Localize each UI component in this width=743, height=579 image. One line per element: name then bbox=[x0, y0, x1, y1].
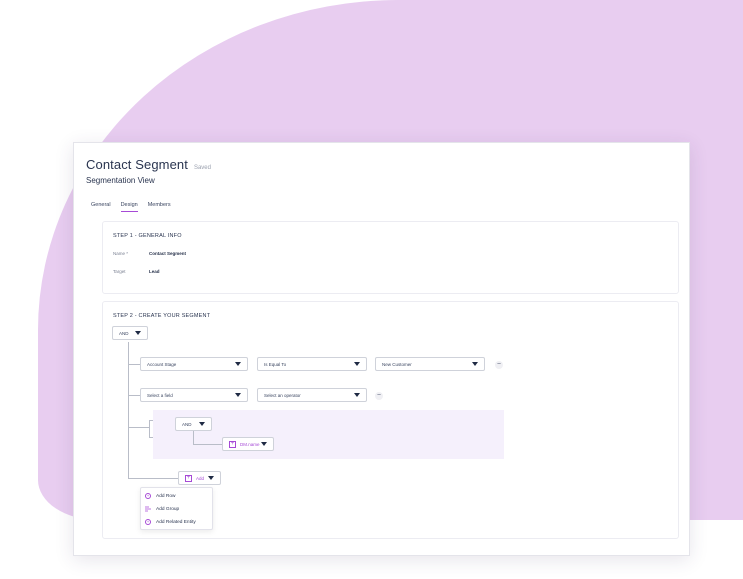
menu-item-label: Add Row bbox=[156, 493, 176, 499]
related-entity-select[interactable]: + DM.name bbox=[222, 437, 274, 451]
root-operator-label: AND bbox=[119, 330, 129, 336]
chevron-down-icon bbox=[472, 362, 478, 366]
target-label: Target bbox=[113, 269, 126, 274]
page-title: Contact Segment bbox=[86, 157, 188, 172]
field-select-label: Account Stage bbox=[147, 361, 177, 367]
chevron-down-icon bbox=[208, 476, 214, 480]
field-select-placeholder: Select a field bbox=[147, 392, 173, 398]
group-lines-icon bbox=[145, 506, 151, 512]
field-select[interactable]: Account Stage bbox=[140, 357, 248, 371]
chevron-down-icon bbox=[261, 442, 267, 446]
add-button-label: Add bbox=[196, 475, 205, 481]
step2-title: STEP 2 - CREATE YOUR SEGMENT bbox=[113, 313, 211, 319]
chevron-down-icon bbox=[354, 362, 360, 366]
group-operator-select[interactable]: AND bbox=[175, 417, 212, 431]
tab-design[interactable]: Design bbox=[120, 202, 138, 212]
chevron-down-icon bbox=[235, 393, 241, 397]
menu-item-add-row[interactable]: + Add Row bbox=[145, 493, 175, 499]
target-value[interactable]: Lead bbox=[149, 269, 160, 274]
tab-general[interactable]: General bbox=[91, 202, 111, 212]
saved-status: Saved bbox=[193, 165, 211, 171]
nested-group: AND + DM.name bbox=[149, 410, 504, 459]
group-connector-line bbox=[193, 431, 194, 445]
group-operator-label: AND bbox=[182, 421, 192, 427]
menu-item-label: Add Group bbox=[156, 506, 180, 512]
step1-title: STEP 1 - GENERAL INFO bbox=[113, 233, 182, 239]
tree-branch-line bbox=[128, 478, 178, 479]
name-label: Name * bbox=[113, 251, 129, 256]
plus-circle-icon: + bbox=[145, 519, 151, 525]
value-select-label: New Customer bbox=[382, 361, 412, 367]
name-value[interactable]: Contact Segment bbox=[149, 251, 186, 256]
group-bracket-line bbox=[149, 420, 150, 438]
tree-branch-line bbox=[128, 364, 140, 365]
operator-select[interactable]: Is Equal To bbox=[257, 357, 367, 371]
chevron-down-icon bbox=[199, 422, 205, 426]
chevron-down-icon bbox=[235, 362, 241, 366]
step2-panel: STEP 2 - CREATE YOUR SEGMENT AND Account… bbox=[102, 301, 679, 539]
segment-window: Contact Segment Saved Segmentation View … bbox=[73, 142, 690, 556]
tree-branch-line bbox=[128, 427, 150, 428]
tab-bar: General Design Members bbox=[91, 202, 171, 212]
group-connector-line bbox=[193, 444, 222, 445]
add-menu: + Add Row Add Group + Add Related Entity bbox=[140, 487, 213, 530]
title-row: Contact Segment Saved bbox=[86, 157, 211, 172]
field-select[interactable]: Select a field bbox=[140, 388, 248, 402]
remove-row-icon[interactable]: – bbox=[375, 392, 383, 400]
tab-members[interactable]: Members bbox=[148, 202, 171, 212]
group-bracket-line bbox=[149, 420, 153, 421]
plus-icon: + bbox=[229, 440, 236, 448]
tree-branch-line bbox=[128, 395, 140, 396]
menu-item-label: Add Related Entity bbox=[156, 519, 196, 525]
chevron-down-icon bbox=[135, 331, 141, 335]
add-button[interactable]: + Add bbox=[178, 471, 221, 485]
operator-select-label: Is Equal To bbox=[264, 361, 287, 367]
root-operator-select[interactable]: AND bbox=[112, 326, 148, 340]
menu-item-add-group[interactable]: Add Group bbox=[145, 506, 179, 512]
plus-icon: + bbox=[185, 474, 192, 482]
group-bracket-line bbox=[149, 437, 153, 438]
menu-item-add-related-entity[interactable]: + Add Related Entity bbox=[145, 519, 196, 525]
operator-select[interactable]: Select an operator bbox=[257, 388, 367, 402]
page-subtitle: Segmentation View bbox=[86, 176, 155, 185]
remove-row-icon[interactable]: – bbox=[495, 361, 503, 369]
tree-trunk-line bbox=[128, 342, 129, 478]
value-select[interactable]: New Customer bbox=[375, 357, 485, 371]
chevron-down-icon bbox=[354, 393, 360, 397]
plus-circle-icon: + bbox=[145, 493, 151, 499]
step1-panel: STEP 1 - GENERAL INFO Name * Contact Seg… bbox=[102, 221, 679, 294]
related-entity-label: DM.name bbox=[240, 441, 260, 447]
operator-select-placeholder: Select an operator bbox=[264, 392, 301, 398]
